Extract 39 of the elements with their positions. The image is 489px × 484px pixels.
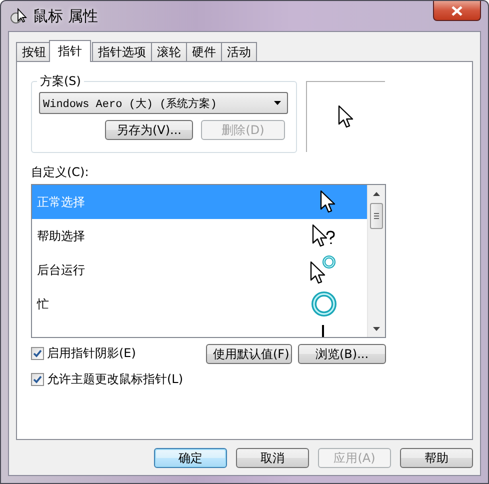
ok-button[interactable]: 确定 bbox=[154, 448, 227, 468]
scroll-down-icon[interactable] bbox=[373, 326, 380, 330]
browse-button[interactable]: 浏览(B)... bbox=[298, 344, 386, 364]
tab[interactable]: 滚轮 bbox=[151, 42, 187, 61]
help-button[interactable]: 帮助 bbox=[400, 448, 473, 468]
tab[interactable]: 按钮 bbox=[16, 42, 52, 61]
scroll-thumb[interactable] bbox=[370, 203, 383, 229]
window-title: 鼠标 属性 bbox=[33, 6, 98, 26]
checkmark-icon bbox=[33, 374, 42, 384]
tab[interactable]: 活动 bbox=[221, 42, 257, 61]
cursor-list-item[interactable]: 忙 bbox=[32, 287, 367, 321]
checkbox[interactable] bbox=[31, 346, 44, 360]
cancel-button[interactable]: 取消 bbox=[236, 448, 309, 468]
group-label: 方案(S) bbox=[39, 73, 82, 90]
dropdown-arrow-icon bbox=[274, 101, 281, 105]
tab[interactable]: 硬件 bbox=[186, 42, 222, 61]
cursor-list-item[interactable]: 后台运行 bbox=[32, 253, 367, 287]
busy-ring-icon bbox=[311, 291, 337, 317]
tab[interactable]: 指针选项 bbox=[92, 42, 152, 61]
close-icon bbox=[451, 6, 463, 16]
cursor-list-item[interactable]: 帮助选择 bbox=[32, 219, 367, 253]
scroll-up-icon[interactable] bbox=[373, 192, 380, 196]
checkbox-label: 启用指针阴影(E) bbox=[47, 344, 136, 362]
scrollbar[interactable] bbox=[367, 185, 385, 337]
tab[interactable]: 指针 bbox=[49, 40, 91, 62]
save-as-button[interactable]: 另存为(V)... bbox=[105, 120, 193, 140]
use-default-button[interactable]: 使用默认值(F) bbox=[206, 344, 292, 364]
checkbox[interactable] bbox=[31, 372, 44, 386]
mouse-cursor-icon bbox=[10, 8, 28, 24]
arrow-cursor-icon bbox=[337, 105, 355, 129]
working-cursor-icon bbox=[309, 255, 337, 285]
scheme-dropdown[interactable]: Windows Aero (大) (系统方案) bbox=[39, 92, 288, 114]
grip-icon bbox=[374, 213, 379, 219]
help-cursor-icon bbox=[311, 224, 337, 248]
list-label: 自定义(C): bbox=[31, 164, 90, 181]
checkmark-icon bbox=[33, 348, 42, 358]
checkbox-label: 允许主题更改鼠标指针(L) bbox=[47, 370, 184, 388]
close-button[interactable] bbox=[433, 1, 481, 21]
arrow-cursor-icon bbox=[319, 190, 337, 214]
